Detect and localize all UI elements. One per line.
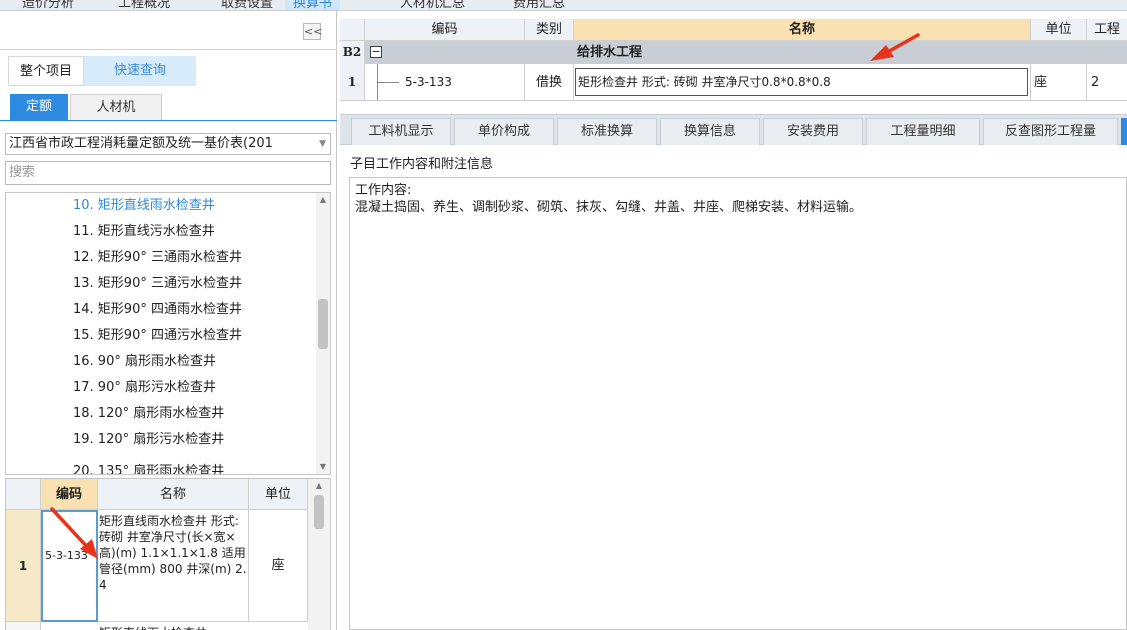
detail-tab-bar: 工料机显示 单价构成 标准换算 换算信息 安装费用 工程量明细 反查图形工程量	[340, 114, 1127, 145]
column-header-quantity[interactable]: 工程	[1087, 19, 1127, 41]
tab-quota[interactable]: 定额	[10, 94, 68, 120]
collapse-panel-button[interactable]: <<	[303, 23, 322, 40]
name-cell[interactable]: 矩形检查井 形式: 砖砌 井室净尺寸0.8*0.8*0.8	[574, 64, 1031, 100]
tab-installation-fee[interactable]: 安装费用	[763, 118, 863, 145]
column-header-unit[interactable]: 单位	[249, 479, 308, 510]
scrollbar-thumb[interactable]	[318, 299, 328, 349]
row-number: 1	[6, 510, 41, 622]
tree-line	[377, 82, 399, 83]
top-tab-labor-material-summary[interactable]: 人材机汇总	[400, 0, 465, 10]
unit-cell[interactable]: 座	[1031, 64, 1087, 100]
tab-quick-query[interactable]: 快速查询	[84, 56, 196, 86]
info-section-title: 子目工作内容和附注信息	[350, 157, 494, 172]
tree-item[interactable]: 10. 矩形直线雨水检查井	[73, 193, 215, 219]
tab-labor-material-machine[interactable]: 人材机	[70, 94, 162, 120]
tree-item[interactable]: 14. 矩形90° 四通雨水检查井	[73, 297, 242, 323]
tab-quantity-detail[interactable]: 工程量明细	[866, 118, 980, 145]
tree-item[interactable]: 12. 矩形90° 三通雨水检查井	[73, 245, 242, 271]
tree-scrollbar[interactable]: ▲ ▼	[316, 193, 330, 474]
scroll-down-icon[interactable]: ▼	[316, 460, 330, 474]
tree-item[interactable]: 11. 矩形直线污水检查井	[73, 219, 215, 245]
tab-unit-price-composition[interactable]: 单价构成	[454, 118, 554, 145]
scroll-up-icon[interactable]: ▲	[308, 479, 330, 493]
top-tab-project-overview[interactable]: 工程概况	[118, 0, 170, 10]
tab-next-partial[interactable]	[1121, 118, 1127, 145]
chevron-down-icon: ▼	[319, 139, 326, 149]
quota-name-cell[interactable]: 矩形直线雨水检查井 形式: 砖砌 井室净尺寸(长×宽×高)(m) 1.1×1.1…	[98, 510, 249, 622]
column-header-name[interactable]: 名称	[98, 479, 249, 510]
top-tab-strip: 造价分析 工程概况 取费设置 换算书 人材机汇总 费用汇总	[0, 0, 1127, 11]
table-row[interactable]: 1 5-3-133 借换 矩形检查井 形式: 砖砌 井室净尺寸0.8*0.8*0…	[340, 64, 1127, 101]
tree-item[interactable]: 16. 90° 扇形雨水检查井	[73, 349, 216, 375]
top-tab-conversion[interactable]: 换算书	[285, 0, 341, 10]
quota-standard-value: 江西省市政工程消耗量定额及统一基价表(201	[9, 136, 273, 151]
quota-standard-select[interactable]: 江西省市政工程消耗量定额及统一基价表(201 ▼	[5, 133, 331, 155]
tab-standard-conversion[interactable]: 标准换算	[557, 118, 657, 145]
quota-item-grid: 编码 名称 单位 1 5-3-133 矩形直线雨水检查井 形式: 砖砌 井室净尺…	[5, 478, 331, 630]
quota-name-cell[interactable]: 矩形直线雨水检查井	[98, 622, 249, 630]
item-name[interactable]: 矩形检查井 形式: 砖砌 井室净尺寸0.8*0.8*0.8	[575, 68, 1028, 96]
work-content-textarea[interactable]: 工作内容: 混凝土捣固、养生、调制砂浆、砌筑、抹灰、勾缝、井盖、井座、爬梯安装、…	[349, 177, 1127, 630]
tree-item[interactable]: 13. 矩形90° 三通污水检查井	[73, 271, 242, 297]
row-id: B2	[340, 41, 365, 64]
item-code: 5-3-133	[405, 75, 452, 89]
top-tab-fee-summary[interactable]: 费用汇总	[513, 0, 565, 10]
divider	[0, 120, 337, 121]
divider	[0, 49, 337, 50]
tree-item[interactable]: 18. 120° 扇形雨水检查井	[73, 401, 224, 427]
row-number: 1	[340, 64, 365, 100]
tab-conversion-info[interactable]: 换算信息	[660, 118, 760, 145]
tab-labor-material-display[interactable]: 工料机显示	[351, 118, 451, 145]
grid-corner	[340, 19, 365, 41]
table-row-section[interactable]: B2 − 给排水工程	[340, 41, 1127, 64]
section-name[interactable]: 给排水工程	[574, 41, 1031, 64]
type-cell[interactable]: 借换	[525, 64, 574, 100]
quota-chapter-tree: 10. 矩形直线雨水检查井 11. 矩形直线污水检查井 12. 矩形90° 三通…	[5, 192, 331, 475]
tree-item[interactable]: 20. 135° 扇形雨水检查井	[73, 459, 224, 474]
tree-toggle-cell: −	[365, 41, 525, 64]
grid-corner	[6, 479, 41, 510]
collapse-toggle-icon[interactable]: −	[370, 46, 382, 58]
scroll-up-icon[interactable]: ▲	[316, 193, 330, 207]
grid-scrollbar[interactable]: ▲	[308, 479, 330, 630]
left-panel: << 整个项目 快速查询 定额 人材机 江西省市政工程消耗量定额及统一基价表(2…	[0, 11, 337, 630]
tab-reverse-graphic-quantity[interactable]: 反查图形工程量	[983, 118, 1118, 145]
row-number	[6, 622, 41, 630]
scrollbar-thumb[interactable]	[314, 495, 324, 529]
column-header-name[interactable]: 名称	[574, 19, 1031, 41]
column-header-unit[interactable]: 单位	[1031, 19, 1087, 41]
column-header-type[interactable]: 类别	[525, 19, 574, 41]
top-tab-fee-settings[interactable]: 取费设置	[221, 0, 273, 10]
tab-whole-project[interactable]: 整个项目	[8, 56, 84, 86]
annotation-arrow	[870, 33, 920, 61]
tree-item[interactable]: 17. 90° 扇形污水检查井	[73, 375, 216, 401]
column-header-code[interactable]: 编码	[365, 19, 525, 41]
top-tab-cost-analysis[interactable]: 造价分析	[22, 0, 74, 10]
tree-item[interactable]: 19. 120° 扇形污水检查井	[73, 427, 224, 453]
quantity-cell[interactable]: 2	[1087, 64, 1127, 100]
annotation-arrow	[50, 507, 98, 559]
quota-unit-cell[interactable]: 座	[249, 510, 308, 622]
search-input[interactable]: 搜索	[5, 161, 331, 185]
code-cell[interactable]: 5-3-133	[365, 64, 525, 100]
budget-item-grid: 编码 类别 名称 单位 工程 B2 − 给排水工程 1 5-3-133 借换 矩…	[340, 19, 1127, 103]
right-panel: 编码 类别 名称 单位 工程 B2 − 给排水工程 1 5-3-133 借换 矩…	[340, 11, 1127, 630]
column-header-code[interactable]: 编码	[41, 479, 98, 510]
tree-item[interactable]: 15. 矩形90° 四通污水检查井	[73, 323, 242, 349]
